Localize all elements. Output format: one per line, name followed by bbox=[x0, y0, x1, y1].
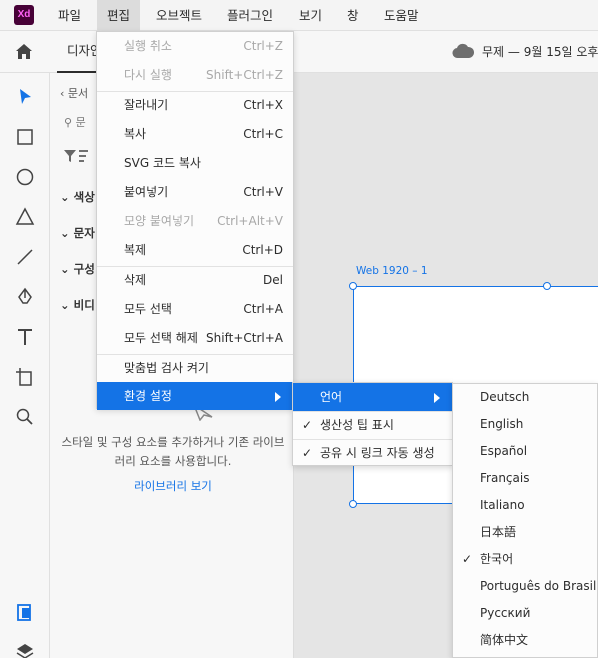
checkmark-icon: ✓ bbox=[302, 446, 313, 460]
language-item-espanol[interactable]: Español bbox=[453, 438, 597, 465]
resize-handle[interactable] bbox=[349, 282, 357, 290]
search-input[interactable]: 문 bbox=[76, 116, 86, 129]
back-label: 문서 bbox=[67, 87, 89, 100]
resize-handle[interactable] bbox=[543, 282, 551, 290]
artboard-tool-icon[interactable] bbox=[13, 365, 37, 389]
menu-view[interactable]: 보기 bbox=[289, 0, 332, 31]
resize-handle[interactable] bbox=[349, 500, 357, 508]
menu-item-auto-share-link[interactable]: ✓ 공유 시 링크 자동 생성 bbox=[293, 439, 452, 467]
artboard-label[interactable]: Web 1920 – 1 bbox=[356, 265, 428, 277]
menu-item-preferences[interactable]: 환경 설정 bbox=[97, 382, 293, 410]
checkmark-icon: ✓ bbox=[302, 418, 313, 432]
home-icon[interactable] bbox=[14, 42, 34, 62]
zoom-tool-icon[interactable] bbox=[13, 405, 37, 429]
language-item-portuguese[interactable]: Português do Brasil bbox=[453, 573, 597, 600]
menu-item-deselect-all[interactable]: 모두 선택 해제 Shift+Ctrl+A bbox=[97, 324, 293, 353]
section-character-styles[interactable]: ⌄ 문자 bbox=[60, 225, 95, 241]
menu-item-undo[interactable]: 실행 취소 Ctrl+Z bbox=[97, 32, 293, 61]
language-item-korean[interactable]: ✓ 한국어 bbox=[453, 546, 597, 573]
text-tool-icon[interactable] bbox=[13, 325, 37, 349]
cloud-icon bbox=[452, 43, 474, 59]
menu-item-paste[interactable]: 붙여넣기 Ctrl+V bbox=[97, 178, 293, 207]
empty-assets-message: 스타일 및 구성 요소를 추가하거나 기존 라이브러리 요소를 사용합니다. bbox=[61, 435, 285, 468]
menu-plugins[interactable]: 플러그인 bbox=[217, 0, 283, 31]
line-tool-icon[interactable] bbox=[13, 245, 37, 269]
section-video[interactable]: ⌄ 비디 bbox=[60, 297, 95, 313]
menu-item-redo[interactable]: 다시 실행 Shift+Ctrl+Z bbox=[97, 61, 293, 90]
menu-object[interactable]: 오브젝트 bbox=[146, 0, 212, 31]
menu-item-spellcheck[interactable]: 맞춤법 검사 켜기 bbox=[97, 354, 293, 383]
language-item-chinese[interactable]: 简体中文 bbox=[453, 627, 597, 654]
layers-panel-icon[interactable] bbox=[13, 639, 37, 658]
menu-item-productivity-tips[interactable]: ✓ 생산성 팁 표시 bbox=[293, 411, 452, 439]
menu-file[interactable]: 파일 bbox=[48, 0, 91, 31]
edit-menu: 실행 취소 Ctrl+Z 다시 실행 Shift+Ctrl+Z 잘라내기 Ctrl+X… bbox=[96, 31, 294, 410]
pen-tool-icon[interactable] bbox=[13, 285, 37, 309]
xd-logo-icon: Xd bbox=[14, 5, 34, 25]
menu-window[interactable]: 창 bbox=[337, 0, 369, 31]
rectangle-tool-icon[interactable] bbox=[13, 125, 37, 149]
search-icon: ⚲ bbox=[64, 116, 73, 129]
language-item-russian[interactable]: Русский bbox=[453, 600, 597, 627]
menu-item-copy-svg[interactable]: SVG 코드 복사 bbox=[97, 149, 293, 178]
language-item-japanese[interactable]: 日本語 bbox=[453, 519, 597, 546]
menu-item-select-all[interactable]: 모두 선택 Ctrl+A bbox=[97, 295, 293, 324]
view-libraries-link[interactable]: 라이브러리 보기 bbox=[60, 478, 286, 494]
document-title: 무제 — 9월 15일 오후 bbox=[482, 45, 598, 59]
checkmark-icon: ✓ bbox=[462, 552, 473, 566]
menu-item-cut[interactable]: 잘라내기 Ctrl+X bbox=[97, 91, 293, 120]
language-item-english[interactable]: English bbox=[453, 411, 597, 438]
section-components[interactable]: ⌄ 구성 bbox=[60, 261, 95, 277]
menu-item-language[interactable]: 언어 bbox=[293, 383, 452, 411]
select-tool-icon[interactable] bbox=[13, 85, 37, 109]
top-toolbar: 디자인 무제 — 9월 15일 오후 bbox=[0, 31, 598, 73]
assets-panel-icon[interactable] bbox=[13, 601, 37, 625]
polygon-tool-icon[interactable] bbox=[13, 205, 37, 229]
submenu-arrow-icon bbox=[434, 393, 440, 403]
submenu-arrow-icon bbox=[275, 392, 281, 402]
search-field[interactable]: ⚲ 문 bbox=[64, 114, 86, 130]
section-colors[interactable]: ⌄ 색상 bbox=[60, 189, 95, 205]
menu-item-copy[interactable]: 복사 Ctrl+C bbox=[97, 120, 293, 149]
menu-bar: Xd 파일 편집 오브젝트 플러그인 보기 창 도움말 bbox=[0, 0, 598, 31]
language-item-francais[interactable]: Français bbox=[453, 465, 597, 492]
tool-bar bbox=[0, 73, 50, 658]
menu-item-delete[interactable]: 삭제 Del bbox=[97, 266, 293, 295]
menu-edit[interactable]: 편집 bbox=[97, 0, 141, 31]
language-item-deutsch[interactable]: Deutsch bbox=[453, 384, 597, 411]
preferences-menu: 언어 ✓ 생산성 팁 표시 ✓ 공유 시 링크 자동 생성 bbox=[292, 382, 453, 466]
back-button[interactable]: ‹ 문서 bbox=[60, 85, 88, 101]
ellipse-tool-icon[interactable] bbox=[13, 165, 37, 189]
language-menu: Deutsch English Español Français Italian… bbox=[452, 383, 598, 658]
filter-icon[interactable] bbox=[64, 149, 88, 163]
menu-item-duplicate[interactable]: 복제 Ctrl+D bbox=[97, 236, 293, 265]
menu-help[interactable]: 도움말 bbox=[374, 0, 429, 31]
menu-item-paste-appearance[interactable]: 모양 붙여넣기 Ctrl+Alt+V bbox=[97, 207, 293, 236]
language-item-italiano[interactable]: Italiano bbox=[453, 492, 597, 519]
